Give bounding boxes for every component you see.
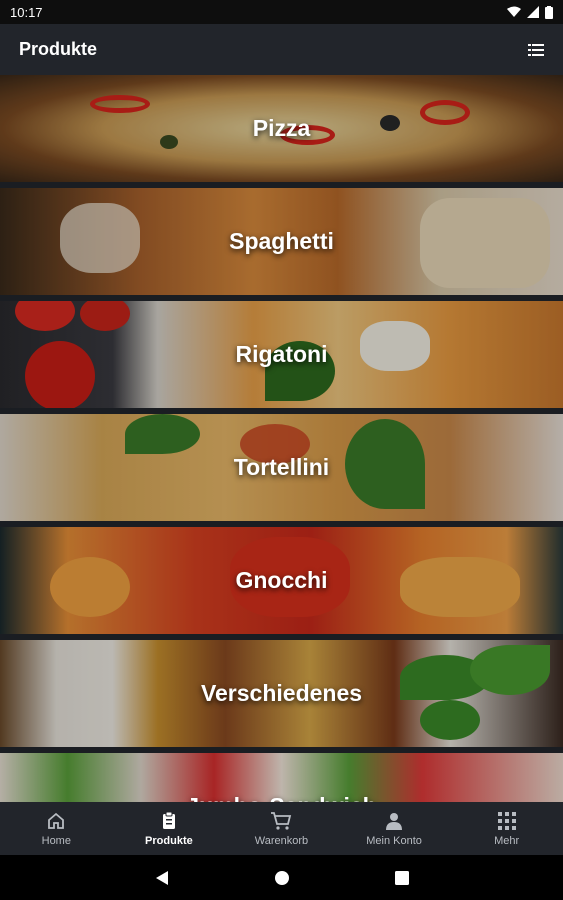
category-label: Jumbo-Sandwich: [186, 793, 376, 802]
app-bar: Produkte: [0, 24, 563, 75]
grid-icon: [496, 810, 518, 832]
category-spaghetti[interactable]: Spaghetti: [0, 188, 563, 295]
page-title: Produkte: [19, 39, 98, 59]
recents-icon[interactable]: [392, 868, 412, 888]
nav-label: Home: [41, 835, 71, 847]
category-verschiedenes[interactable]: Verschiedenes: [0, 640, 563, 747]
nav-home[interactable]: Home: [6, 810, 106, 847]
category-label: Tortellini: [233, 454, 330, 480]
nav-label: Mehr: [494, 835, 520, 847]
list-view-icon[interactable]: [525, 41, 547, 59]
status-bar: 10:17: [0, 0, 563, 24]
category-rigatoni[interactable]: Rigatoni: [0, 301, 563, 408]
nav-warenkorb[interactable]: Warenkorb: [231, 810, 331, 847]
nav-produkte[interactable]: Produkte: [119, 810, 219, 847]
category-label: Verschiedenes: [200, 680, 363, 706]
back-icon[interactable]: [152, 868, 172, 888]
nav-mehr[interactable]: Mehr: [457, 810, 557, 847]
bottom-nav: Home Produkte Warenkorb Mein Konto Mehr: [0, 802, 563, 855]
home-circle-icon[interactable]: [272, 868, 292, 888]
category-tortellini[interactable]: Tortellini: [0, 414, 563, 521]
category-label: Pizza: [252, 115, 311, 141]
person-icon: [383, 810, 405, 832]
category-pizza[interactable]: Pizza: [0, 75, 563, 182]
category-list: Pizza Spaghetti Rigatoni Tortellini Gnoc…: [0, 75, 563, 802]
nav-label: Mein Konto: [366, 835, 422, 847]
cart-icon: [270, 810, 292, 832]
nav-label: Warenkorb: [254, 835, 309, 847]
status-time: 10:17: [10, 4, 43, 20]
category-label: Spaghetti: [229, 228, 334, 254]
category-gnocchi[interactable]: Gnocchi: [0, 527, 563, 634]
wifi-icon: [507, 6, 521, 17]
category-jumbo-sandwich[interactable]: Jumbo-Sandwich: [0, 753, 563, 802]
clipboard-icon: [158, 810, 180, 832]
category-label: Rigatoni: [235, 341, 328, 367]
system-nav-bar: [0, 855, 563, 900]
battery-icon: [545, 5, 553, 19]
signal-icon: [527, 6, 539, 18]
nav-label: Produkte: [145, 835, 193, 847]
category-label: Gnocchi: [235, 567, 328, 593]
status-icons: [507, 5, 553, 19]
home-icon: [45, 810, 67, 832]
nav-mein-konto[interactable]: Mein Konto: [344, 810, 444, 847]
